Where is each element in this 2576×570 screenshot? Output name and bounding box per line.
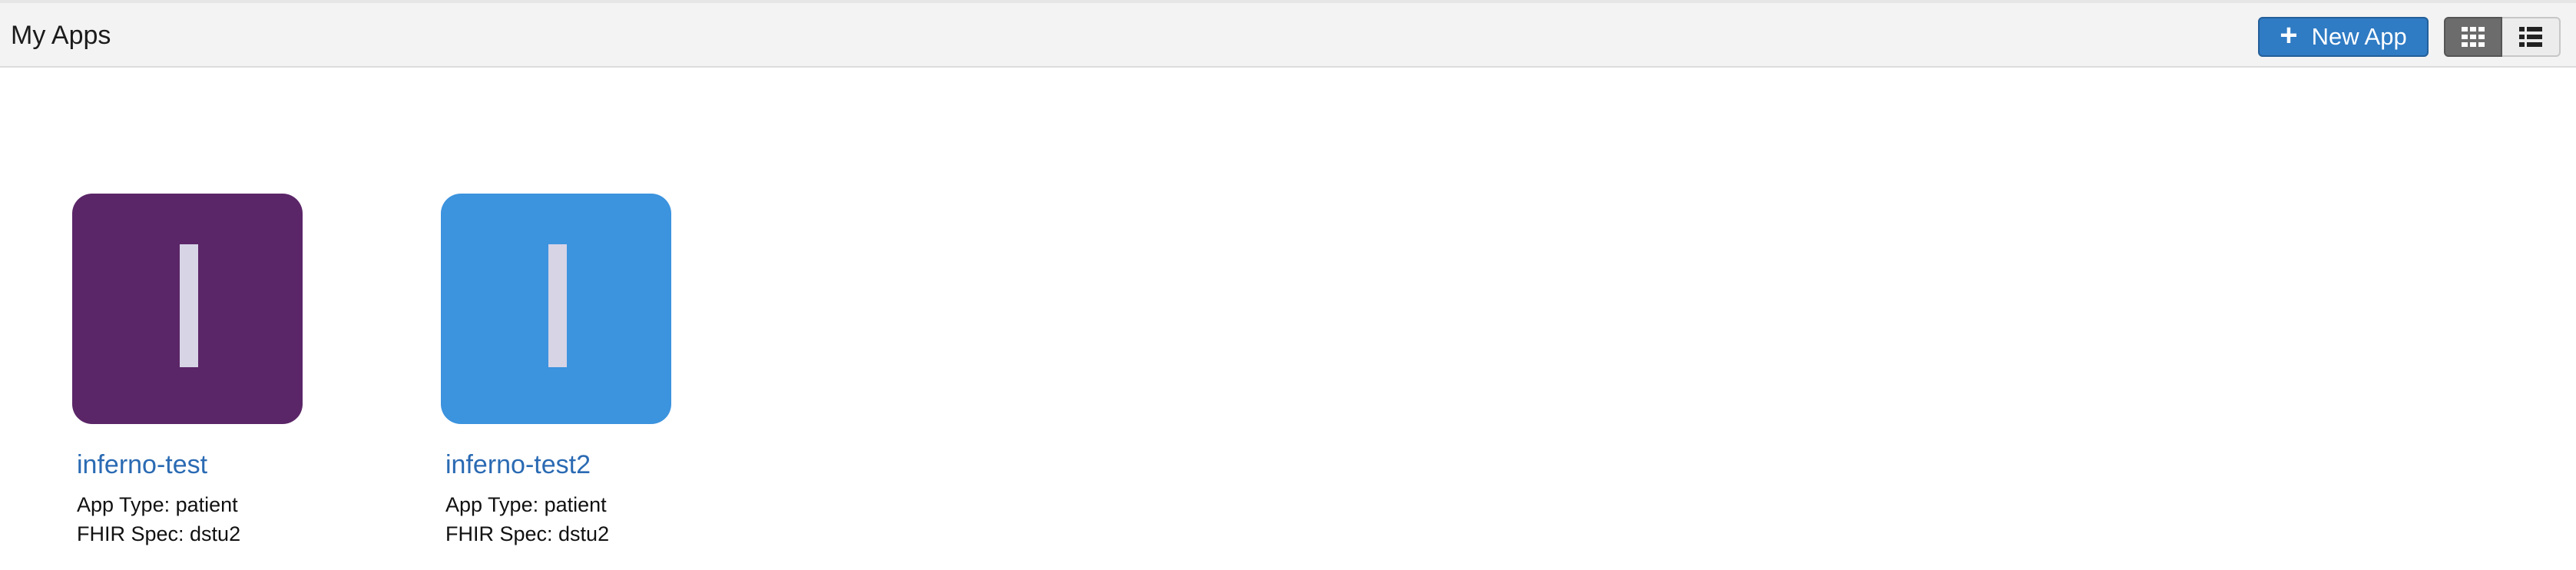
plus-icon: +	[2280, 18, 2298, 52]
page-title: My Apps	[11, 21, 111, 50]
app-type-text: App Type: patient	[445, 493, 607, 516]
app-card: inferno-test App Type: patient FHIR Spec…	[72, 194, 395, 545]
app-tile[interactable]	[441, 194, 671, 424]
view-toggle	[2444, 17, 2561, 57]
new-app-button[interactable]: + New App	[2258, 17, 2429, 57]
grid-view-button[interactable]	[2444, 17, 2502, 57]
app-initial-glyph	[180, 244, 198, 367]
app-name-link[interactable]: inferno-test2	[445, 450, 591, 480]
page-header: My Apps + New App	[0, 0, 2576, 68]
app-tile[interactable]	[72, 194, 303, 424]
app-type-text: App Type: patient	[77, 493, 238, 516]
fhir-spec-text: FHIR Spec: dstu2	[445, 522, 610, 545]
grid-view-icon	[2462, 27, 2485, 47]
new-app-label: New App	[2311, 23, 2407, 50]
app-card: inferno-test2 App Type: patient FHIR Spe…	[441, 194, 763, 545]
list-view-button[interactable]	[2502, 17, 2561, 57]
list-view-icon	[2519, 27, 2542, 47]
fhir-spec-text: FHIR Spec: dstu2	[77, 522, 241, 545]
app-initial-glyph	[548, 244, 567, 367]
app-name-link[interactable]: inferno-test	[77, 450, 207, 480]
